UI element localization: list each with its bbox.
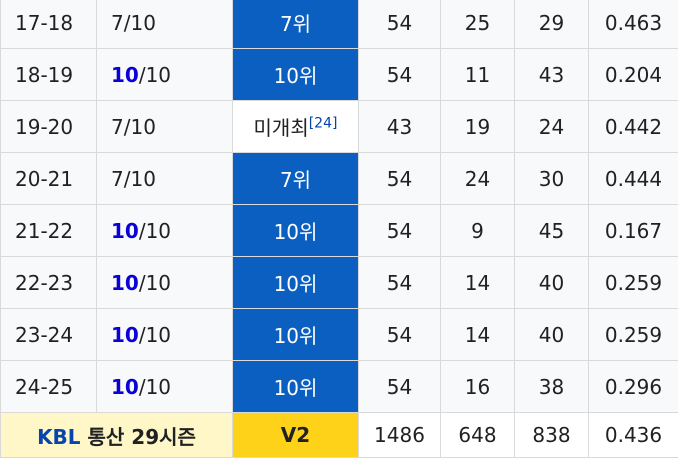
rank-value: 7: [111, 167, 124, 191]
losses-cell: 30: [515, 153, 589, 205]
regular-rank-cell: 10/10: [97, 49, 233, 101]
rank-total: /10: [139, 323, 171, 347]
total-titles: V2: [233, 413, 359, 458]
total-wins: 648: [441, 413, 515, 458]
playoff-result: 10위: [274, 376, 318, 400]
rank-value: 7: [111, 11, 124, 35]
wins-cell: 14: [441, 257, 515, 309]
table-row: 24-2510/1010위5416380.296: [1, 361, 678, 413]
table-row: 22-2310/1010위5414400.259: [1, 257, 678, 309]
table-row: 18-1910/1010위5411430.204: [1, 49, 678, 101]
rank-total: /10: [139, 219, 171, 243]
table-row: 21-2210/1010위549450.167: [1, 205, 678, 257]
losses-cell: 38: [515, 361, 589, 413]
playoff-result-cell: 미개최[24]: [233, 101, 359, 153]
playoff-result-cell: 10위: [233, 257, 359, 309]
season-stats-table: 17-187/107위5425290.46318-1910/1010위54114…: [0, 0, 678, 458]
season-cell: 21-22: [1, 205, 97, 257]
regular-rank-cell: 7/10: [97, 101, 233, 153]
footnote-link[interactable]: [24]: [309, 115, 338, 131]
playoff-result: 미개최: [254, 116, 309, 140]
games-cell: 54: [359, 205, 441, 257]
table-row: 20-217/107위5424300.444: [1, 153, 678, 205]
total-win-pct: 0.436: [589, 413, 678, 458]
win-pct-cell: 0.463: [589, 0, 678, 49]
losses-cell: 40: [515, 309, 589, 361]
games-cell: 54: [359, 257, 441, 309]
wins-cell: 11: [441, 49, 515, 101]
rank-total: /10: [124, 115, 156, 139]
wins-cell: 19: [441, 101, 515, 153]
season-cell: 20-21: [1, 153, 97, 205]
wins-cell: 9: [441, 205, 515, 257]
total-games: 1486: [359, 413, 441, 458]
rank-total: /10: [139, 63, 171, 87]
season-cell: 19-20: [1, 101, 97, 153]
rank-highlight: 10: [111, 63, 139, 87]
season-cell: 22-23: [1, 257, 97, 309]
rank-value: 7: [111, 115, 124, 139]
playoff-result-cell: 10위: [233, 361, 359, 413]
rank-total: /10: [124, 11, 156, 35]
table-row: 17-187/107위5425290.463: [1, 0, 678, 49]
rank-total: /10: [124, 167, 156, 191]
table-body: 17-187/107위5425290.46318-1910/1010위54114…: [1, 0, 678, 458]
playoff-result: 10위: [274, 324, 318, 348]
wins-cell: 14: [441, 309, 515, 361]
games-cell: 54: [359, 309, 441, 361]
win-pct-cell: 0.167: [589, 205, 678, 257]
losses-cell: 43: [515, 49, 589, 101]
playoff-result: 10위: [274, 64, 318, 88]
table-row: 19-207/10미개최[24]4319240.442: [1, 101, 678, 153]
rank-total: /10: [139, 375, 171, 399]
rank-highlight: 10: [111, 323, 139, 347]
losses-cell: 29: [515, 0, 589, 49]
total-row: KBL 통산 29시즌 V2 1486 648 838 0.436: [1, 413, 678, 458]
regular-rank-cell: 7/10: [97, 153, 233, 205]
win-pct-cell: 0.204: [589, 49, 678, 101]
playoff-result: 10위: [274, 220, 318, 244]
rank-highlight: 10: [111, 219, 139, 243]
wins-cell: 25: [441, 0, 515, 49]
win-pct-cell: 0.296: [589, 361, 678, 413]
win-pct-cell: 0.259: [589, 257, 678, 309]
playoff-result-cell: 10위: [233, 49, 359, 101]
playoff-result-cell: 10위: [233, 309, 359, 361]
rank-highlight: 10: [111, 271, 139, 295]
losses-cell: 24: [515, 101, 589, 153]
games-cell: 54: [359, 0, 441, 49]
season-cell: 23-24: [1, 309, 97, 361]
wins-cell: 24: [441, 153, 515, 205]
regular-rank-cell: 7/10: [97, 0, 233, 49]
games-cell: 54: [359, 153, 441, 205]
playoff-result: 7위: [280, 168, 311, 192]
season-cell: 17-18: [1, 0, 97, 49]
games-cell: 54: [359, 361, 441, 413]
regular-rank-cell: 10/10: [97, 205, 233, 257]
regular-rank-cell: 10/10: [97, 257, 233, 309]
losses-cell: 40: [515, 257, 589, 309]
win-pct-cell: 0.259: [589, 309, 678, 361]
games-cell: 43: [359, 101, 441, 153]
win-pct-cell: 0.444: [589, 153, 678, 205]
season-cell: 18-19: [1, 49, 97, 101]
regular-rank-cell: 10/10: [97, 309, 233, 361]
win-pct-cell: 0.442: [589, 101, 678, 153]
total-losses: 838: [515, 413, 589, 458]
table-row: 23-2410/1010위5414400.259: [1, 309, 678, 361]
playoff-result-cell: 7위: [233, 153, 359, 205]
games-cell: 54: [359, 49, 441, 101]
regular-rank-cell: 10/10: [97, 361, 233, 413]
total-label: KBL 통산 29시즌: [1, 413, 233, 458]
playoff-result-cell: 10위: [233, 205, 359, 257]
losses-cell: 45: [515, 205, 589, 257]
playoff-result-cell: 7위: [233, 0, 359, 49]
playoff-result: 10위: [274, 272, 318, 296]
season-cell: 24-25: [1, 361, 97, 413]
wins-cell: 16: [441, 361, 515, 413]
playoff-result: 7위: [280, 12, 311, 36]
rank-highlight: 10: [111, 375, 139, 399]
rank-total: /10: [139, 271, 171, 295]
